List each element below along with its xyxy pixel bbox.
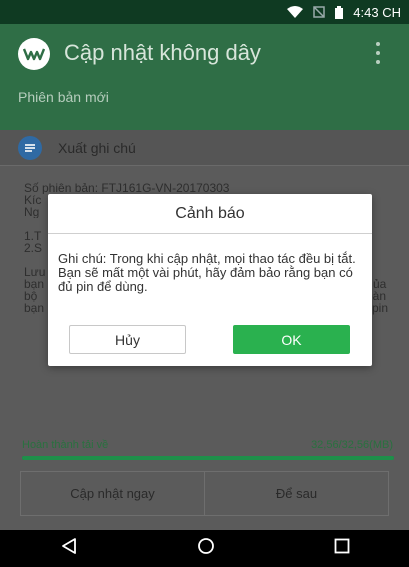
later-button[interactable]: Để sau — [204, 472, 388, 515]
app-bar: Cập nhật không dây Phiên bản mới — [0, 24, 409, 130]
app-logo-icon — [18, 38, 50, 70]
status-bar: 4:43 CH — [0, 0, 409, 24]
dialog-title: Cảnh báo — [48, 194, 372, 234]
warning-dialog: Cảnh báo Ghi chú: Trong khi cập nhật, mọ… — [48, 194, 372, 366]
download-progress-fill — [22, 456, 394, 460]
export-notes-row[interactable]: Xuất ghi chú — [0, 130, 409, 166]
dialog-message: Ghi chú: Trong khi cập nhật, mọi thao tá… — [58, 251, 356, 294]
status-time: 4:43 CH — [353, 4, 401, 20]
info-fragment: pin — [372, 301, 389, 315]
action-buttons: Cập nhật ngay Để sau — [20, 471, 389, 516]
home-icon[interactable] — [197, 537, 215, 560]
app-subtitle: Phiên bản mới — [18, 89, 109, 105]
download-label: Hoàn thành tải về — [22, 439, 109, 451]
version-line: Số phiên bản: FTJ161G-VN-20170303 — [24, 182, 230, 194]
download-value: 32,56/32,56(MB) — [311, 439, 393, 451]
recents-icon[interactable] — [334, 538, 350, 559]
no-sim-icon — [313, 6, 326, 18]
export-notes-label: Xuất ghi chú — [58, 139, 136, 156]
app-title: Cập nhật không dây — [64, 40, 261, 65]
cancel-button[interactable]: Hủy — [69, 325, 186, 354]
notes-icon — [18, 135, 42, 160]
update-now-button[interactable]: Cập nhật ngay — [21, 472, 204, 515]
more-vert-icon[interactable] — [375, 42, 381, 64]
download-progress-bar — [22, 456, 394, 460]
back-icon[interactable] — [60, 537, 78, 560]
navigation-bar — [0, 530, 409, 567]
wifi-icon — [287, 6, 304, 18]
ok-button[interactable]: OK — [233, 325, 350, 354]
battery-icon — [335, 5, 344, 19]
